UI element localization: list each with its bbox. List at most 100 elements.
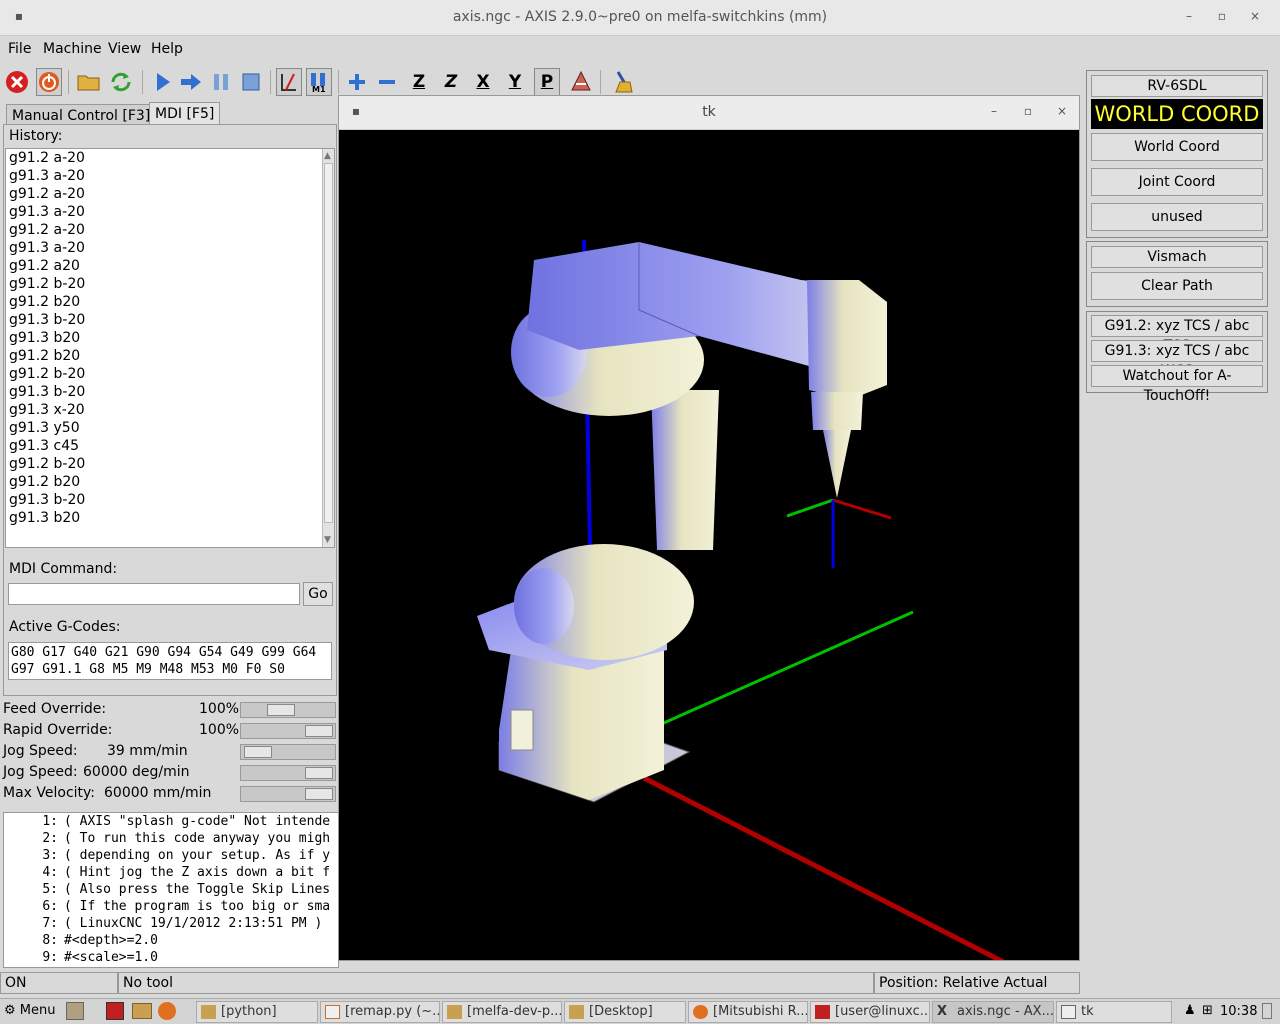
history-item[interactable]: g91.2 b20 xyxy=(6,293,334,311)
view-perspective-button[interactable]: P xyxy=(534,68,560,96)
history-list[interactable]: g91.2 a-20 g91.3 a-20 g91.2 a-20 g91.3 a-20… xyxy=(5,148,335,548)
start-menu-button[interactable]: ⚙ Menu xyxy=(4,1003,56,1018)
toggle-tool-button[interactable] xyxy=(568,68,594,96)
mdi-command-input[interactable] xyxy=(8,583,300,605)
history-item[interactable]: g91.2 b-20 xyxy=(6,365,334,383)
close-icon[interactable]: × xyxy=(1053,104,1071,118)
world-coord-button[interactable]: World Coord xyxy=(1091,133,1263,161)
slider-thumb[interactable] xyxy=(305,788,333,800)
history-item[interactable]: g91.2 b-20 xyxy=(6,455,334,473)
slider-thumb[interactable] xyxy=(267,704,295,716)
feed-override-slider[interactable] xyxy=(240,702,336,718)
joint-coord-button[interactable]: Joint Coord xyxy=(1091,168,1263,196)
gcode-line[interactable]: 8: #<depth>=2.0 xyxy=(4,932,338,949)
history-item[interactable]: g91.3 b-20 xyxy=(6,311,334,329)
machine-power-button[interactable] xyxy=(36,68,62,96)
zoom-in-button[interactable] xyxy=(344,68,370,96)
robot-3d-view[interactable] xyxy=(339,130,1079,960)
view-y-button[interactable]: Y xyxy=(502,68,528,96)
user-icon[interactable]: ♟ xyxy=(1184,1003,1196,1018)
file-manager-launcher-icon[interactable] xyxy=(66,1002,84,1020)
taskbar-item-active[interactable]: Xaxis.ngc - AX... xyxy=(932,1001,1054,1023)
rapid-override-slider[interactable] xyxy=(240,723,336,739)
slider-thumb[interactable] xyxy=(244,746,272,758)
pause-button[interactable] xyxy=(208,68,234,96)
menu-view[interactable]: View xyxy=(108,41,141,57)
history-item[interactable]: g91.3 b-20 xyxy=(6,383,334,401)
view-x-button[interactable]: X xyxy=(470,68,496,96)
taskbar-item[interactable]: [Desktop] xyxy=(564,1001,686,1023)
scroll-down-icon[interactable]: ▼ xyxy=(324,535,331,545)
slider-thumb[interactable] xyxy=(305,725,333,737)
history-scrollbar[interactable]: ▲ ▼ xyxy=(322,149,334,547)
angular-jog-speed-slider[interactable] xyxy=(240,765,336,781)
max-velocity-slider[interactable] xyxy=(240,786,336,802)
folder-launcher-icon[interactable] xyxy=(132,1003,152,1019)
network-icon[interactable]: ⊞ xyxy=(1202,1003,1213,1018)
clear-path-button[interactable]: Clear Path xyxy=(1091,272,1263,300)
gcode-line[interactable]: 5: ( Also press the Toggle Skip Lines xyxy=(4,881,338,898)
gcode-line[interactable]: 6: ( If the program is too big or sma xyxy=(4,898,338,915)
run-button[interactable] xyxy=(150,68,176,96)
vismach-window[interactable]: ▪ tk – ▫ × xyxy=(338,95,1080,961)
jog-speed-slider[interactable] xyxy=(240,744,336,760)
close-icon[interactable]: × xyxy=(1246,9,1264,23)
reload-button[interactable] xyxy=(108,68,134,96)
history-item[interactable]: g91.3 b20 xyxy=(6,509,334,527)
open-file-button[interactable] xyxy=(76,68,102,96)
history-item[interactable]: g91.3 a-20 xyxy=(6,239,334,257)
taskbar-item[interactable]: [Mitsubishi R... xyxy=(688,1001,808,1023)
maximize-icon[interactable]: ▫ xyxy=(1019,104,1037,118)
view-z-button[interactable]: Z xyxy=(406,68,432,96)
taskbar-item[interactable]: [python] xyxy=(196,1001,318,1023)
terminal-launcher-icon[interactable] xyxy=(106,1002,124,1020)
history-item[interactable]: g91.2 a-20 xyxy=(6,221,334,239)
history-item[interactable]: g91.2 a20 xyxy=(6,257,334,275)
firefox-launcher-icon[interactable] xyxy=(158,1002,176,1020)
history-item[interactable]: g91.3 a-20 xyxy=(6,167,334,185)
menu-machine[interactable]: Machine xyxy=(43,41,102,57)
history-item[interactable]: g91.2 b20 xyxy=(6,347,334,365)
taskbar-item[interactable]: tk xyxy=(1056,1001,1172,1023)
optional-stop-button[interactable]: M1 xyxy=(306,68,332,96)
history-item[interactable]: g91.3 y50 xyxy=(6,419,334,437)
block-delete-button[interactable] xyxy=(276,68,302,96)
show-desktop-button[interactable] xyxy=(1262,1003,1272,1019)
gcode-listing[interactable]: 1: ( AXIS "splash g-code" Not intende 2: ( … xyxy=(3,812,339,968)
taskbar-item[interactable]: [remap.py (~... xyxy=(320,1001,440,1023)
history-item[interactable]: g91.3 b20 xyxy=(6,329,334,347)
zoom-out-button[interactable] xyxy=(374,68,400,96)
gcode-line[interactable]: 1: ( AXIS "splash g-code" Not intende xyxy=(4,813,338,830)
menu-file[interactable]: File xyxy=(8,41,31,57)
gcode-line[interactable]: 9: #<scale>=1.0 xyxy=(4,949,338,966)
history-item[interactable]: g91.2 b20 xyxy=(6,473,334,491)
history-item[interactable]: g91.2 b-20 xyxy=(6,275,334,293)
gcode-line[interactable]: 4: ( Hint jog the Z axis down a bit f xyxy=(4,864,338,881)
minimize-icon[interactable]: – xyxy=(1180,9,1198,23)
taskbar-item[interactable]: [melfa-dev-p... xyxy=(442,1001,562,1023)
clear-plot-button[interactable] xyxy=(610,68,636,96)
step-button[interactable] xyxy=(178,68,204,96)
history-item[interactable]: g91.3 a-20 xyxy=(6,203,334,221)
tab-manual-control[interactable]: Manual Control [F3] xyxy=(6,104,157,126)
history-item[interactable]: g91.3 x-20 xyxy=(6,401,334,419)
scroll-up-icon[interactable]: ▲ xyxy=(324,151,331,161)
gcode-line[interactable]: 2: ( To run this code anyway you migh xyxy=(4,830,338,847)
history-item[interactable]: g91.2 a-20 xyxy=(6,185,334,203)
view-rotated-z-button[interactable]: Z xyxy=(438,68,464,96)
maximize-icon[interactable]: ▫ xyxy=(1213,9,1231,23)
minimize-icon[interactable]: – xyxy=(985,104,1003,118)
menu-help[interactable]: Help xyxy=(151,41,183,57)
history-item[interactable]: g91.3 c45 xyxy=(6,437,334,455)
estop-button[interactable] xyxy=(4,68,30,96)
unused-button[interactable]: unused xyxy=(1091,203,1263,231)
history-item[interactable]: g91.3 b-20 xyxy=(6,491,334,509)
taskbar-item[interactable]: [user@linuxc... xyxy=(810,1001,930,1023)
history-item[interactable]: g91.2 a-20 xyxy=(6,149,334,167)
stop-button[interactable] xyxy=(238,68,264,96)
gcode-line[interactable]: 3: ( depending on your setup. As if y xyxy=(4,847,338,864)
slider-thumb[interactable] xyxy=(305,767,333,779)
mdi-go-button[interactable]: Go xyxy=(303,582,333,606)
gcode-line[interactable]: 7: ( LinuxCNC 19/1/2012 2:13:51 PM ) xyxy=(4,915,338,932)
tab-mdi[interactable]: MDI [F5] xyxy=(149,102,221,126)
